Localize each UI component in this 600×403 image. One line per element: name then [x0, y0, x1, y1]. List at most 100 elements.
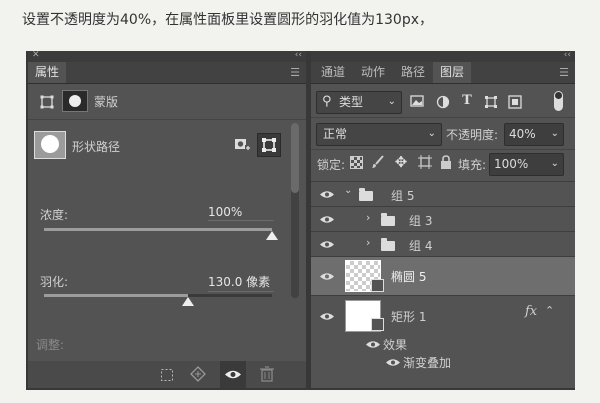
type-filter-icon[interactable]: T — [459, 93, 475, 109]
effects-label: 效果 — [383, 338, 408, 352]
shape-layer-badge-icon — [371, 279, 384, 292]
tab-channels[interactable]: 通道 — [315, 62, 351, 83]
chevron-down-icon: ⌄ — [550, 158, 559, 169]
blend-mode-value: 正常 — [323, 127, 348, 141]
visibility-eye-icon[interactable] — [320, 190, 334, 199]
properties-top-strip: ✕ ‹‹ — [28, 50, 306, 62]
select-mask-button[interactable] — [257, 133, 281, 157]
mask-label: 蒙版 — [94, 95, 119, 109]
fx-icon[interactable]: fx — [525, 304, 537, 319]
panel-menu-icon[interactable]: ☰ — [559, 66, 569, 79]
search-icon: ⚲ — [322, 94, 332, 109]
chevron-down-icon: ⌄ — [427, 128, 436, 139]
properties-scrollbar[interactable] — [291, 123, 299, 298]
collapse-panel-button[interactable]: ‹‹ — [295, 50, 302, 60]
adjust-label: 调整: — [36, 338, 65, 352]
apply-mask-icon[interactable] — [190, 366, 206, 382]
lock-pixels-brush-icon[interactable] — [371, 155, 385, 174]
blend-mode-dropdown[interactable]: 正常 ⌄ — [316, 123, 442, 146]
chevron-down-icon: ⌄ — [387, 96, 396, 107]
fill-value: 100% — [494, 157, 529, 171]
lock-label: 锁定: — [317, 158, 346, 172]
properties-panel: ✕ ‹‹ 属性 ☰ 蒙版 形状路径 浓度: 100% 羽化: 130.0 像素 … — [28, 50, 306, 388]
effect-gradient-overlay[interactable]: 渐变叠加 — [403, 354, 451, 371]
fill-field[interactable]: 100% ⌄ — [489, 153, 564, 176]
smart-object-filter-icon[interactable] — [507, 95, 523, 114]
collapse-panel-button[interactable]: ‹‹ — [564, 50, 571, 60]
close-panel-button[interactable]: ✕ — [32, 50, 40, 60]
image-filter-icon[interactable] — [409, 95, 425, 112]
divider — [28, 119, 306, 120]
lock-position-move-icon[interactable]: ✥ — [393, 154, 409, 170]
shape-filter-icon[interactable] — [483, 95, 499, 114]
visibility-eye-icon[interactable] — [320, 312, 334, 321]
visibility-eye-icon[interactable] — [320, 240, 334, 249]
layer-row-selected[interactable]: 椭圆 5 — [311, 256, 575, 295]
layer-name: 矩形 1 — [391, 310, 427, 324]
load-selection-icon[interactable] — [160, 367, 174, 381]
layers-top-strip: ‹‹ — [311, 50, 575, 62]
feather-label: 羽化: — [40, 275, 69, 289]
visibility-eye-icon[interactable] — [366, 340, 380, 349]
layers-tabbar: 通道 动作 路径 图层 ☰ — [311, 62, 575, 84]
divider — [311, 117, 575, 118]
caption-text: 设置不透明度为40%，在属性面板里设置圆形的羽化值为130px， — [22, 12, 434, 28]
filter-toggle-switch[interactable] — [554, 91, 563, 111]
shape-path-label: 形状路径 — [72, 140, 121, 154]
folder-icon — [359, 188, 373, 201]
scrollbar-thumb[interactable] — [291, 123, 299, 193]
feather-slider-handle[interactable] — [181, 297, 194, 306]
opacity-field[interactable]: 40% ⌄ — [504, 123, 564, 146]
fill-label: 填充: — [458, 158, 487, 172]
chevron-up-icon[interactable]: ⌃ — [545, 304, 554, 317]
tab-actions[interactable]: 动作 — [355, 62, 391, 83]
chevron-down-icon: ⌄ — [550, 128, 559, 139]
tab-layers[interactable]: 图层 — [433, 62, 471, 83]
folder-icon — [381, 238, 395, 251]
opacity-value: 40% — [509, 127, 536, 141]
toggle-mask-visibility-button[interactable] — [220, 361, 246, 388]
layer-row[interactable]: › 组 3 — [311, 206, 575, 231]
density-label: 浓度: — [40, 208, 69, 222]
tab-paths[interactable]: 路径 — [395, 62, 431, 83]
shape-path-thumbnail — [34, 131, 66, 159]
lock-transparency-icon[interactable] — [349, 156, 363, 174]
effects-group: 效果 渐变叠加 — [311, 336, 575, 386]
pixel-mask-icon[interactable] — [40, 94, 54, 109]
tab-properties[interactable]: 属性 — [28, 62, 66, 83]
layer-filter-dropdown[interactable]: ⚲ 类型 ⌄ — [316, 91, 402, 114]
layer-name: 组 4 — [409, 239, 433, 253]
lock-all-icon[interactable] — [439, 155, 453, 174]
density-slider-handle[interactable] — [266, 231, 278, 240]
add-mask-icon[interactable] — [234, 137, 252, 153]
layer-row[interactable]: ⌄ 组 5 — [311, 181, 575, 206]
layer-row[interactable]: 矩形 1 fx ⌃ — [311, 295, 575, 336]
trash-icon[interactable] — [260, 366, 274, 382]
layers-panel: ‹‹ 通道 动作 路径 图层 ☰ ⚲ 类型 ⌄ T 正常 ⌄ 不透明度: 40%… — [311, 50, 575, 388]
chevron-right-icon[interactable]: › — [366, 236, 370, 249]
visibility-eye-icon[interactable] — [320, 215, 334, 224]
shape-layer-badge-icon — [371, 318, 384, 331]
density-slider[interactable] — [44, 228, 272, 231]
adjustment-filter-icon[interactable] — [435, 95, 451, 114]
lock-artboard-icon[interactable] — [417, 155, 433, 174]
panel-menu-icon[interactable]: ☰ — [290, 66, 300, 79]
layer-name: 组 3 — [409, 214, 433, 228]
chevron-right-icon[interactable]: › — [366, 211, 370, 224]
folder-icon — [381, 213, 395, 226]
feather-value[interactable]: 130.0 像素 — [208, 273, 274, 292]
layer-name: 组 5 — [391, 189, 415, 203]
visibility-eye-icon[interactable] — [386, 358, 400, 367]
layer-name: 椭圆 5 — [391, 270, 427, 284]
opacity-label: 不透明度: — [446, 128, 499, 142]
properties-bottom-bar — [28, 361, 306, 388]
feather-slider[interactable] — [44, 294, 272, 297]
vector-mask-icon[interactable] — [62, 90, 88, 112]
density-value[interactable]: 100% — [208, 205, 274, 221]
photoshop-window: ✕ ‹‹ 属性 ☰ 蒙版 形状路径 浓度: 100% 羽化: 130.0 像素 … — [26, 50, 575, 390]
layer-row[interactable]: › 组 4 — [311, 231, 575, 256]
properties-tabbar: 属性 ☰ — [28, 62, 306, 84]
layer-filter-label: 类型 — [339, 95, 364, 109]
chevron-down-icon[interactable]: ⌄ — [344, 185, 352, 196]
visibility-eye-icon[interactable] — [320, 272, 334, 281]
